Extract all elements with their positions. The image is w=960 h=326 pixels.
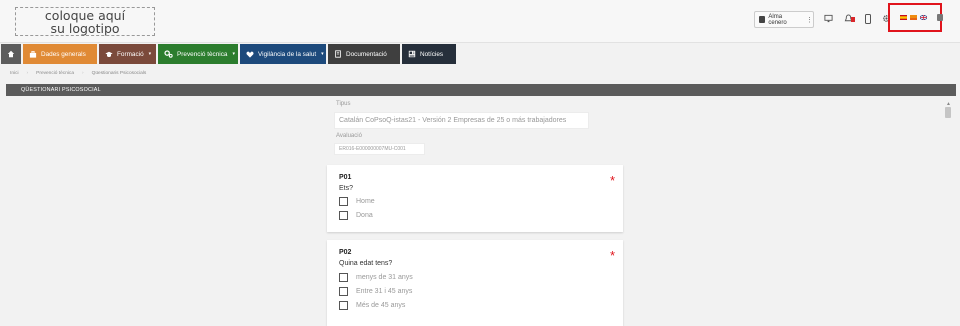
checkbox[interactable]	[339, 211, 348, 220]
catalonia-flag-icon[interactable]	[910, 15, 917, 20]
required-asterisk: *	[610, 248, 616, 263]
more-vertical-icon: ⋮	[806, 16, 813, 24]
book-icon	[335, 50, 341, 58]
breadcrumb-separator-icon: ›	[26, 70, 29, 76]
page-title: QÜESTIONARI PSICOSOCIAL	[6, 84, 956, 96]
nav-label-documentacio: Documentació	[346, 50, 387, 58]
required-asterisk: *	[610, 173, 616, 188]
newspaper-icon	[408, 50, 416, 58]
option-label: Més de 45 anys	[356, 302, 406, 309]
question-text: Ets?	[339, 185, 354, 192]
graduation-cap-icon	[105, 51, 113, 57]
option-label: menys de 31 anys	[356, 274, 413, 281]
breadcrumb-item[interactable]: Inici	[10, 71, 19, 76]
chevron-down-icon: ▾	[232, 51, 235, 57]
option-label: Home	[356, 198, 375, 205]
option-31-45[interactable]: Entre 31 i 45 anys	[339, 287, 412, 296]
checkbox[interactable]	[339, 287, 348, 296]
checkbox[interactable]	[339, 301, 348, 310]
nav-label-formacio: Formació	[117, 50, 144, 58]
nav-label-vigilancia-salut: Vigilància de la salut	[258, 50, 317, 58]
avaluacio-label: Avaluació	[336, 133, 362, 139]
checkbox[interactable]	[339, 197, 348, 206]
tipus-label: Tipus	[336, 101, 351, 107]
option-label: Dona	[356, 212, 373, 219]
question-id: P01	[339, 174, 352, 181]
nav-documentacio[interactable]: Documentació	[328, 44, 400, 64]
breadcrumb-item[interactable]: Prevenció tècnica	[36, 71, 74, 76]
option-label: Entre 31 i 45 anys	[356, 288, 413, 295]
heartbeat-icon	[246, 51, 254, 58]
mobile-icon[interactable]	[864, 14, 872, 24]
top-header: coloque aquí su logotipo Alma cenero ⋮	[0, 0, 960, 43]
user-menu[interactable]: Alma cenero ⋮	[754, 11, 814, 28]
user-icon	[759, 16, 766, 23]
nav-label-prevencio-tecnica: Prevenció tècnica	[177, 50, 228, 58]
nav-formacio[interactable]: Formació ▾	[99, 44, 156, 64]
monitor-icon[interactable]	[824, 14, 833, 23]
option-menys-31[interactable]: menys de 31 anys	[339, 273, 413, 282]
question-card-p01: P01 * Ets? Home Dona	[327, 165, 623, 232]
nav-home[interactable]	[1, 44, 21, 64]
question-id: P02	[339, 249, 352, 256]
question-text: Quina edat tens?	[339, 260, 393, 267]
nav-dades-generals[interactable]: Dades generals	[23, 44, 97, 64]
nav-noticies[interactable]: Notícies	[402, 44, 456, 64]
spain-flag-icon[interactable]	[900, 15, 907, 20]
uk-flag-icon[interactable]	[920, 15, 927, 20]
option-dona[interactable]: Dona	[339, 211, 373, 220]
lock-icon[interactable]	[937, 14, 943, 21]
question-card-p02: P02 * Quina edat tens? menys de 31 anys …	[327, 240, 623, 326]
home-icon	[7, 50, 15, 58]
main-navbar: Dades generals Formació ▾ Prevenció tècn…	[0, 44, 960, 66]
breadcrumb-separator-icon: ›	[82, 70, 84, 76]
option-mes-45[interactable]: Més de 45 anys	[339, 301, 405, 310]
scrollbar-thumb[interactable]	[945, 107, 951, 118]
logo-line-2: su logotipo	[50, 20, 120, 36]
avaluacio-field: ER016-E000000007MU-C001	[334, 143, 425, 155]
nav-prevencio-tecnica[interactable]: Prevenció tècnica ▾	[158, 44, 238, 64]
option-home[interactable]: Home	[339, 197, 375, 206]
briefcase-icon	[29, 50, 37, 58]
checkbox[interactable]	[339, 273, 348, 282]
nav-vigilancia-salut[interactable]: Vigilància de la salut ▾	[240, 44, 326, 64]
chevron-down-icon: ▾	[148, 51, 152, 57]
notification-badge	[851, 17, 855, 22]
user-name: Alma cenero	[768, 13, 787, 26]
chevron-down-icon: ▾	[321, 51, 324, 57]
nav-label-noticies: Notícies	[420, 50, 444, 58]
breadcrumb-item: Qüestionaris Psicosocials	[91, 70, 147, 76]
logo-placeholder[interactable]: coloque aquí su logotipo	[15, 7, 155, 36]
tipus-field: Catalán CoPsoQ-istas21 - Versión 2 Empre…	[334, 112, 589, 129]
cogs-icon	[164, 50, 173, 58]
breadcrumb: Inici › Prevenció tècnica › Qüestionaris…	[0, 66, 960, 80]
nav-label-dades-generals: Dades generals	[41, 50, 86, 58]
